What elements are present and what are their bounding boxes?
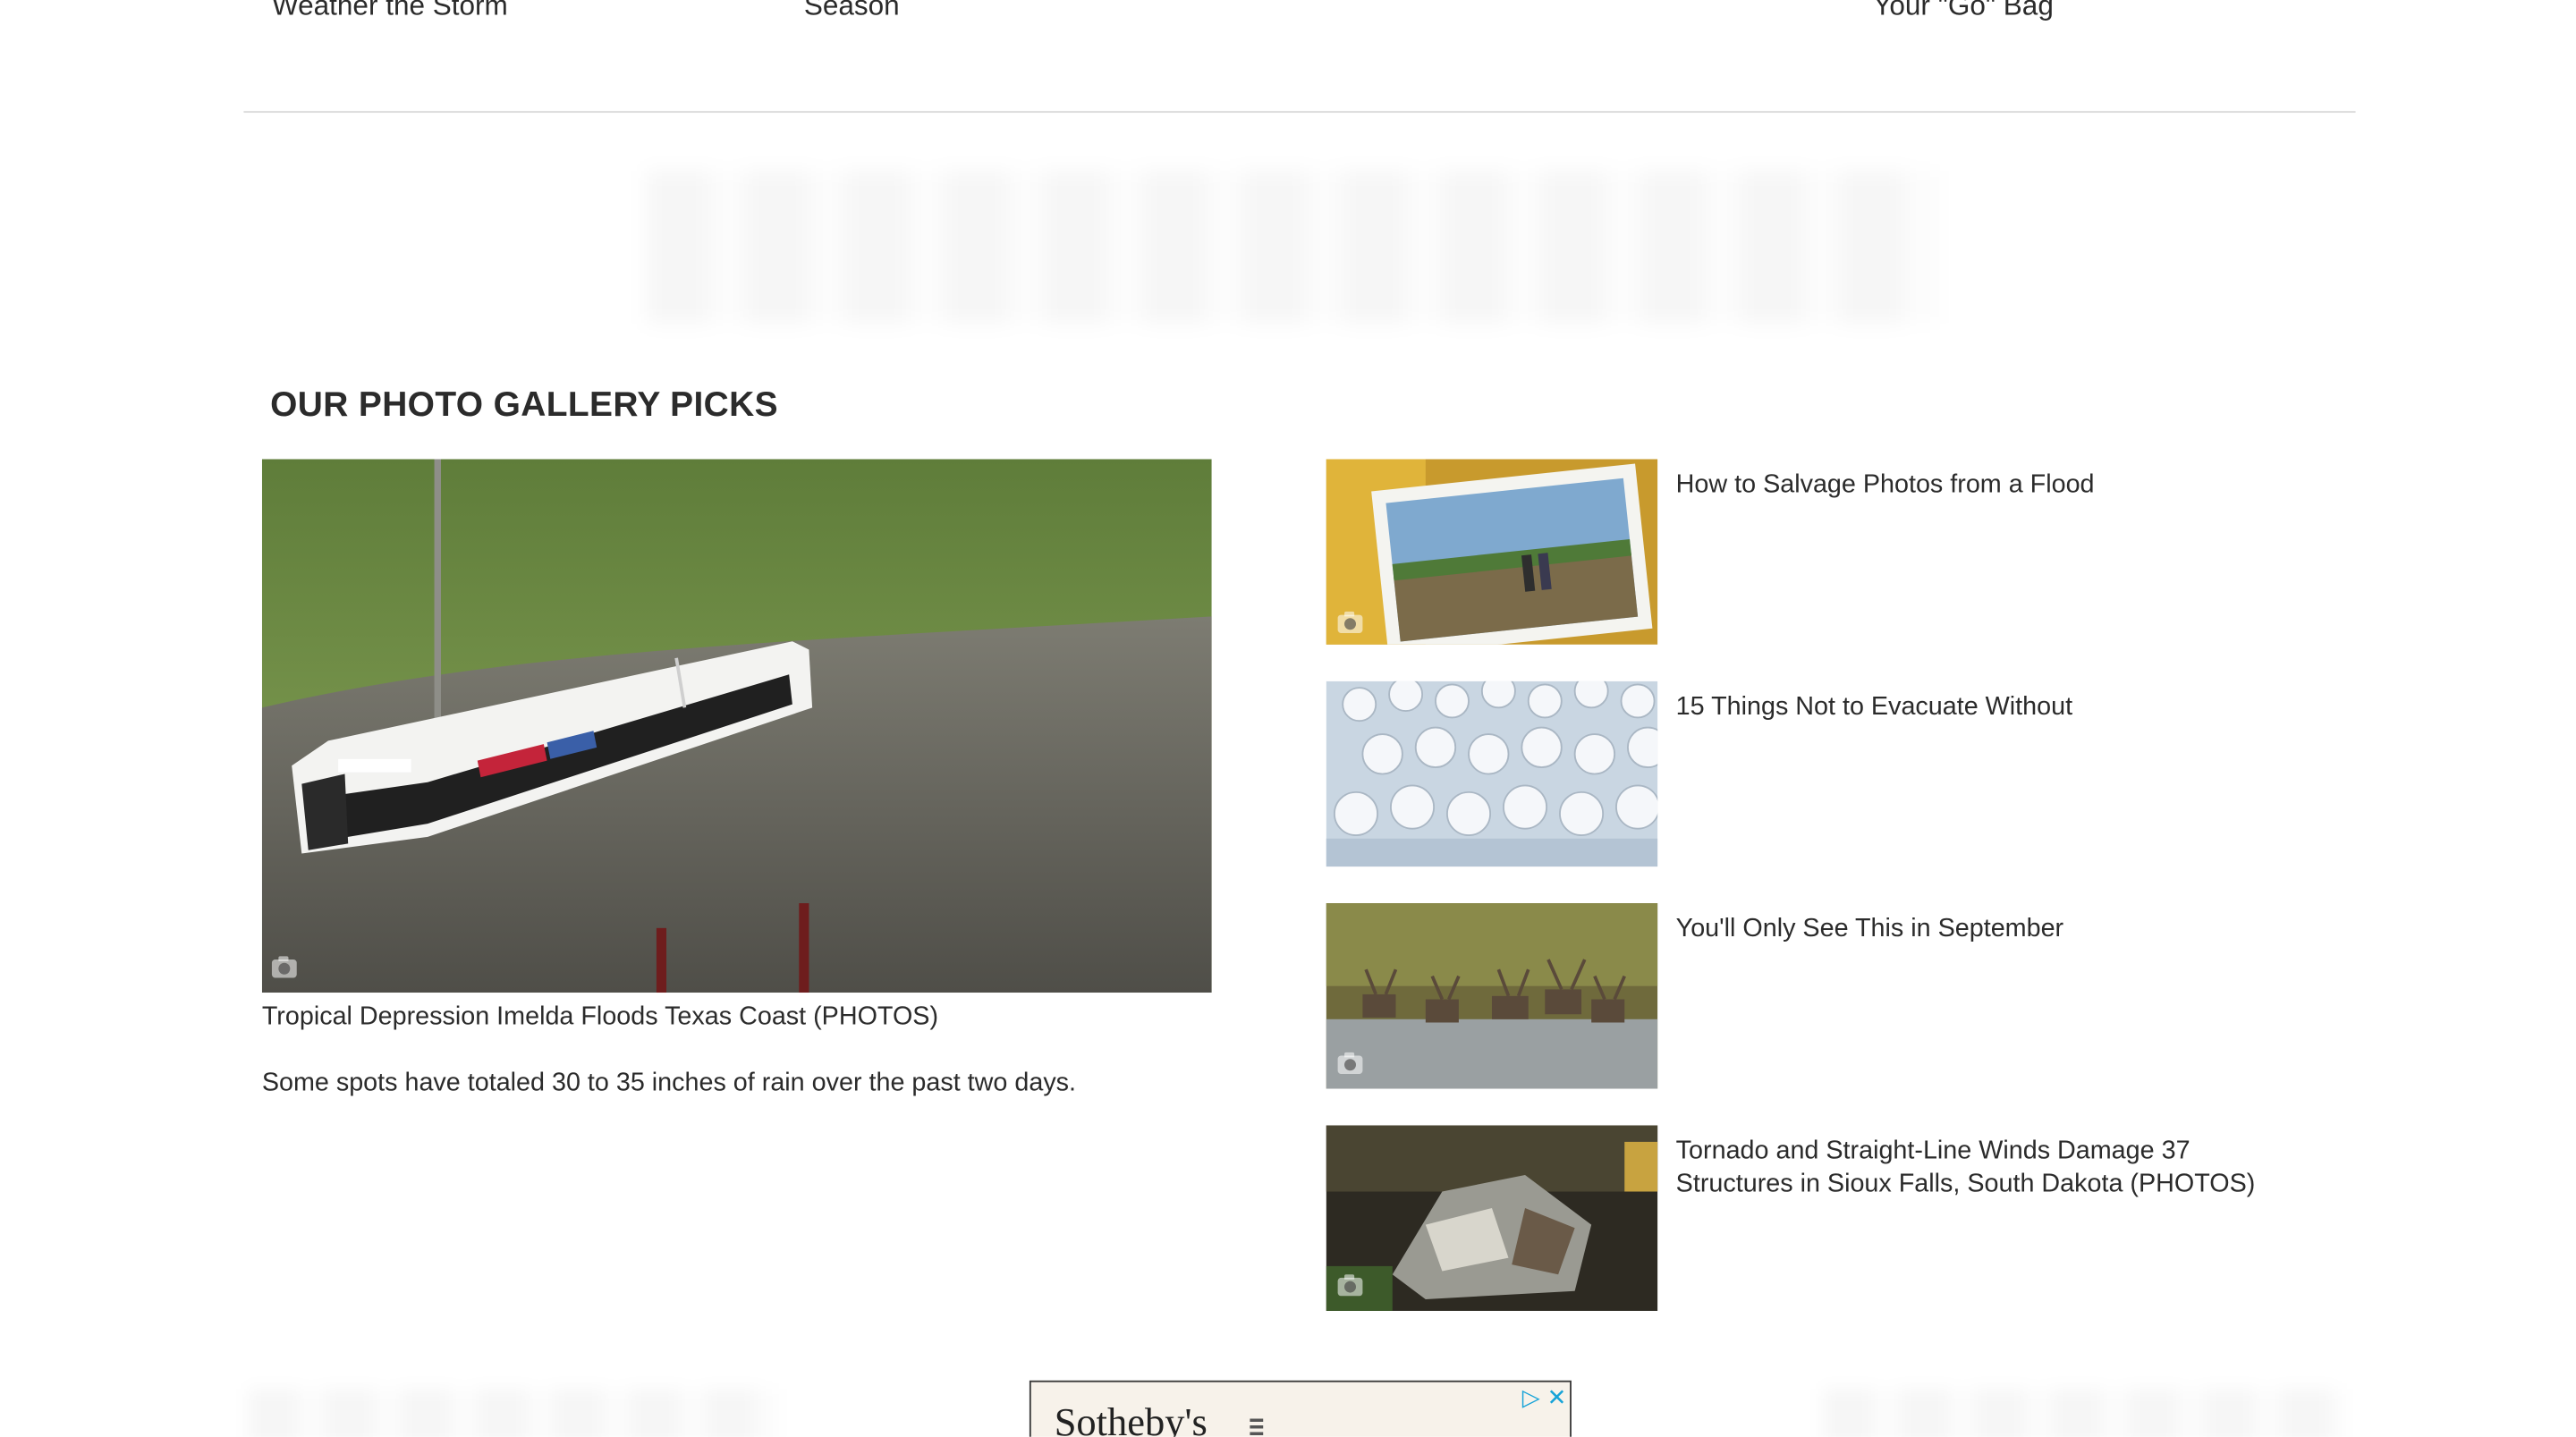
advertisement-banner[interactable]: Sotheby's ▷ ✕ [1029,1380,1572,1437]
tornado-damage-thumbnail [1326,1125,1658,1311]
caribou-thumbnail [1326,903,1658,1089]
ad-placeholder [1823,1389,2346,1437]
ad-placeholder [248,1389,780,1437]
gallery-thumbnail[interactable] [1326,1125,1658,1311]
gallery-thumbnail[interactable] [1326,459,1658,645]
close-icon[interactable]: ✕ [1547,1385,1567,1408]
camera-icon [271,956,297,978]
water-bottles-thumbnail [1326,680,1658,867]
camera-icon [1337,1052,1363,1074]
section-divider [243,111,2356,114]
section-heading: OUR PHOTO GALLERY PICKS [270,385,778,425]
featured-gallery-title[interactable]: Tropical Depression Imelda Floods Texas … [262,1002,938,1032]
related-article-link[interactable]: Weather the Storm [272,0,508,23]
featured-gallery-description: Some spots have totaled 30 to 35 inches … [261,1069,1077,1097]
ad-brand-mark [1250,1418,1264,1437]
gallery-item-title[interactable]: 15 Things Not to Evacuate Without [1676,691,2306,724]
gallery-thumbnail[interactable] [1326,903,1658,1089]
related-article-link[interactable]: Season [804,0,900,23]
gallery-item-title[interactable]: You'll Only See This in September [1676,913,2306,946]
flood-photos-thumbnail [1326,459,1658,645]
gallery-item-title[interactable]: How to Salvage Photos from a Flood [1676,469,2306,502]
featured-gallery-image[interactable] [261,459,1212,993]
gallery-thumbnail[interactable] [1326,680,1658,867]
flooded-bus-photo [261,459,1212,993]
camera-icon [1337,1274,1363,1297]
page: Weather the Storm Season Your "Go" Bag O… [0,0,2576,1437]
gallery-item-title[interactable]: Tornado and Straight-Line Winds Damage 3… [1676,1136,2306,1202]
related-article-link[interactable]: Your "Go" Bag [1873,0,2054,23]
ad-brand-logo: Sotheby's [1054,1401,1208,1437]
play-triangle-icon[interactable]: ▷ [1522,1385,1540,1408]
camera-icon [1337,611,1363,633]
ad-placeholder [646,170,1940,324]
